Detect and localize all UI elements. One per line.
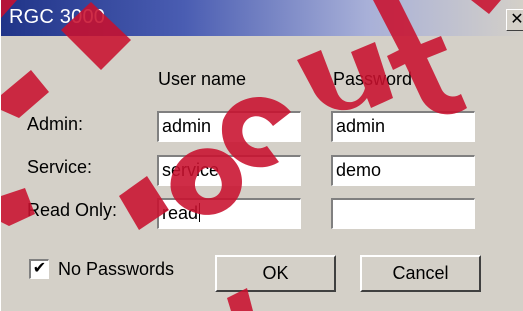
password-column-header: Password: [333, 69, 413, 89]
close-icon: ✕: [510, 11, 523, 28]
cancel-button[interactable]: Cancel: [360, 255, 481, 292]
service-label: Service:: [27, 157, 93, 177]
ok-button[interactable]: OK: [215, 255, 336, 292]
admin-username-field[interactable]: admin: [157, 111, 301, 142]
read-only-username-value: read: [162, 203, 199, 223]
admin-label: Admin:: [27, 114, 84, 134]
admin-password-field[interactable]: admin: [331, 111, 475, 142]
title-bar[interactable]: RGC 3000 ✕: [1, 0, 523, 36]
read-only-password-field[interactable]: [331, 198, 475, 229]
close-button[interactable]: ✕: [506, 9, 523, 31]
text-caret: [199, 203, 201, 222]
login-dialog: RGC 3000 ✕ User name Password Admin: adm…: [0, 0, 523, 311]
window-title: RGC 3000: [9, 6, 106, 28]
watermark-fragment-left: [1, 70, 49, 118]
service-username-field[interactable]: service: [157, 155, 301, 186]
read-only-label: Read Only:: [27, 200, 118, 220]
checkmark-icon: ✔: [32, 260, 47, 277]
read-only-username-field[interactable]: read: [157, 198, 301, 229]
user-name-column-header: User name: [158, 69, 247, 89]
service-password-field[interactable]: demo: [331, 155, 475, 186]
no-passwords-label[interactable]: No Passwords: [58, 259, 174, 280]
no-passwords-checkbox[interactable]: ✔: [29, 259, 49, 279]
